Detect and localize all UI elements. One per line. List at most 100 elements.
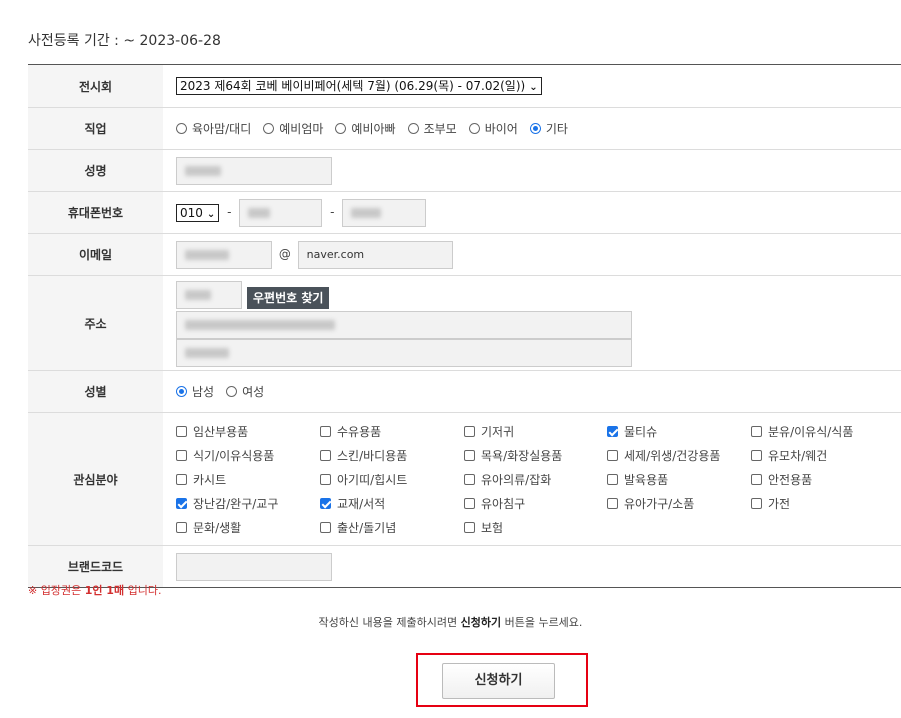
job-option[interactable]: 육아맘/대디: [176, 120, 251, 137]
interest-item[interactable]: 식기/이유식용품: [176, 447, 320, 464]
interest-item[interactable]: 분유/이유식/식품: [751, 423, 901, 440]
name-input[interactable]: [176, 156, 332, 185]
zipcode-search-button[interactable]: 우편번호 찾기: [247, 287, 330, 309]
job-option[interactable]: 예비아빠: [335, 120, 396, 137]
checkbox-checked-icon[interactable]: [607, 426, 618, 437]
interest-item-label: 유아침구: [481, 497, 526, 511]
job-option[interactable]: 예비엄마: [263, 120, 323, 137]
checkbox-icon[interactable]: [320, 450, 331, 461]
gender-option[interactable]: 여성: [226, 383, 264, 400]
checkbox-icon[interactable]: [320, 474, 331, 485]
interest-item-label: 스킨/바디용품: [337, 449, 408, 463]
interest-item[interactable]: 카시트: [176, 471, 320, 488]
interest-item[interactable]: 가전: [751, 495, 901, 512]
checkbox-icon[interactable]: [751, 498, 762, 509]
radio-icon[interactable]: [407, 123, 419, 134]
interest-item[interactable]: 스킨/바디용품: [320, 447, 464, 464]
job-option[interactable]: 조부모: [407, 120, 457, 137]
email-domain-input[interactable]: naver.com: [297, 240, 453, 269]
gender-option-label: 여성: [242, 385, 265, 399]
interest-item[interactable]: 목욕/화장실용품: [464, 447, 607, 464]
phone-middle-input[interactable]: [239, 198, 323, 227]
radio-icon[interactable]: [176, 386, 187, 397]
checkbox-icon[interactable]: [751, 474, 762, 485]
checkbox-icon[interactable]: [176, 474, 187, 485]
exhibition-select-value: 2023 제64회 코베 베이비페어(세텍 7월) (06.29(목) - 07…: [180, 79, 526, 93]
checkbox-icon[interactable]: [320, 522, 331, 533]
interest-item[interactable]: 유아가구/소품: [607, 495, 751, 512]
checkbox-checked-icon[interactable]: [320, 498, 331, 509]
checkbox-icon[interactable]: [751, 426, 762, 437]
registration-period: 사전등록 기간 : ~ 2023-06-28: [28, 33, 221, 49]
checkbox-icon[interactable]: [464, 498, 475, 509]
submit-highlight-box: 신청하기: [416, 653, 588, 707]
checkbox-icon[interactable]: [464, 426, 475, 437]
checkbox-icon[interactable]: [607, 474, 618, 485]
job-option[interactable]: 바이어: [468, 120, 518, 137]
email-label: 이메일: [28, 233, 163, 276]
interest-item[interactable]: 물티슈: [607, 423, 751, 440]
interest-item[interactable]: 유아침구: [464, 495, 607, 512]
job-option-label: 기타: [545, 122, 568, 136]
job-option-label: 조부모: [423, 122, 457, 136]
notice-bold: 1인 1매: [84, 584, 125, 597]
exhibition-select[interactable]: 2023 제64회 코베 베이비페어(세텍 7월) (06.29(목) - 07…: [176, 77, 542, 95]
radio-icon[interactable]: [226, 386, 238, 397]
checkbox-icon[interactable]: [607, 498, 618, 509]
brandcode-input[interactable]: [176, 552, 332, 581]
phone-prefix-value: 010: [180, 205, 203, 220]
interest-item[interactable]: 유아의류/잡화: [464, 471, 607, 488]
checkbox-icon[interactable]: [464, 450, 475, 461]
interest-item-label: 가전: [768, 497, 791, 511]
radio-icon[interactable]: [176, 123, 187, 134]
interest-item[interactable]: 교재/서적: [320, 495, 464, 512]
row-interest: 관심분야 임산부용품 수유용품 기저귀 물티슈 분유/이유식/식품 식기/이유식용품 스킨/…: [28, 412, 901, 546]
submit-guide: 작성하신 내용을 제출하시려면 신청하기 버튼을 누르세요.: [0, 614, 901, 630]
interest-item-label: 세제/위생/건강용품: [624, 449, 721, 463]
interest-item[interactable]: 발육용품: [607, 471, 751, 488]
interest-item-label: 유아가구/소품: [624, 497, 695, 511]
interest-item[interactable]: 임산부용품: [176, 423, 320, 440]
checkbox-icon[interactable]: [176, 426, 187, 437]
radio-icon[interactable]: [468, 123, 480, 134]
radio-icon[interactable]: [263, 123, 275, 134]
interest-item[interactable]: 안전용품: [751, 471, 901, 488]
checkbox-checked-icon[interactable]: [176, 498, 187, 509]
ticket-notice: ※ 입장권은 1인 1매 입니다.: [28, 582, 161, 598]
checkbox-icon[interactable]: [607, 450, 618, 461]
address-input[interactable]: [176, 311, 632, 339]
chevron-down-icon: ⌄: [206, 208, 216, 220]
submit-button[interactable]: 신청하기: [442, 663, 555, 699]
address-detail-input[interactable]: [176, 339, 632, 367]
checkbox-icon[interactable]: [464, 522, 475, 533]
interest-item-label: 유아의류/잡화: [481, 473, 552, 487]
interest-item[interactable]: 기저귀: [464, 423, 607, 440]
checkbox-icon[interactable]: [176, 450, 187, 461]
checkbox-icon[interactable]: [464, 474, 475, 485]
interest-item[interactable]: 장난감/완구/교구: [176, 495, 320, 512]
row-exhibition: 전시회 2023 제64회 코베 베이비페어(세텍 7월) (06.29(목) …: [28, 64, 901, 108]
radio-icon[interactable]: [335, 123, 347, 134]
interest-item[interactable]: 아기띠/힙시트: [320, 471, 464, 488]
interest-item[interactable]: 수유용품: [320, 423, 464, 440]
interest-item[interactable]: 유모차/웨건: [751, 447, 901, 464]
checkbox-icon[interactable]: [751, 450, 762, 461]
checkbox-icon[interactable]: [320, 426, 331, 437]
interest-item[interactable]: 보험: [464, 519, 607, 536]
interest-item[interactable]: 세제/위생/건강용품: [607, 447, 751, 464]
notice-prefix: ※ 입장권은: [28, 584, 85, 597]
name-label: 성명: [28, 149, 163, 192]
email-id-input[interactable]: [176, 240, 272, 269]
row-email: 이메일 @ naver.com: [28, 233, 901, 276]
gender-option[interactable]: 남성: [176, 383, 214, 400]
zipcode-input[interactable]: [176, 281, 242, 309]
checkbox-icon[interactable]: [176, 522, 187, 533]
job-option[interactable]: 기타: [529, 120, 568, 137]
radio-icon[interactable]: [529, 123, 541, 134]
phone-last-input[interactable]: [342, 198, 427, 227]
phone-prefix-select[interactable]: 010 ⌄: [176, 203, 220, 222]
interest-item[interactable]: 출산/돌기념: [320, 519, 464, 536]
interest-item[interactable]: 문화/생활: [176, 519, 320, 536]
row-gender: 성별 남성 여성: [28, 370, 901, 413]
row-phone: 휴대폰번호 010 ⌄ - -: [28, 191, 901, 234]
